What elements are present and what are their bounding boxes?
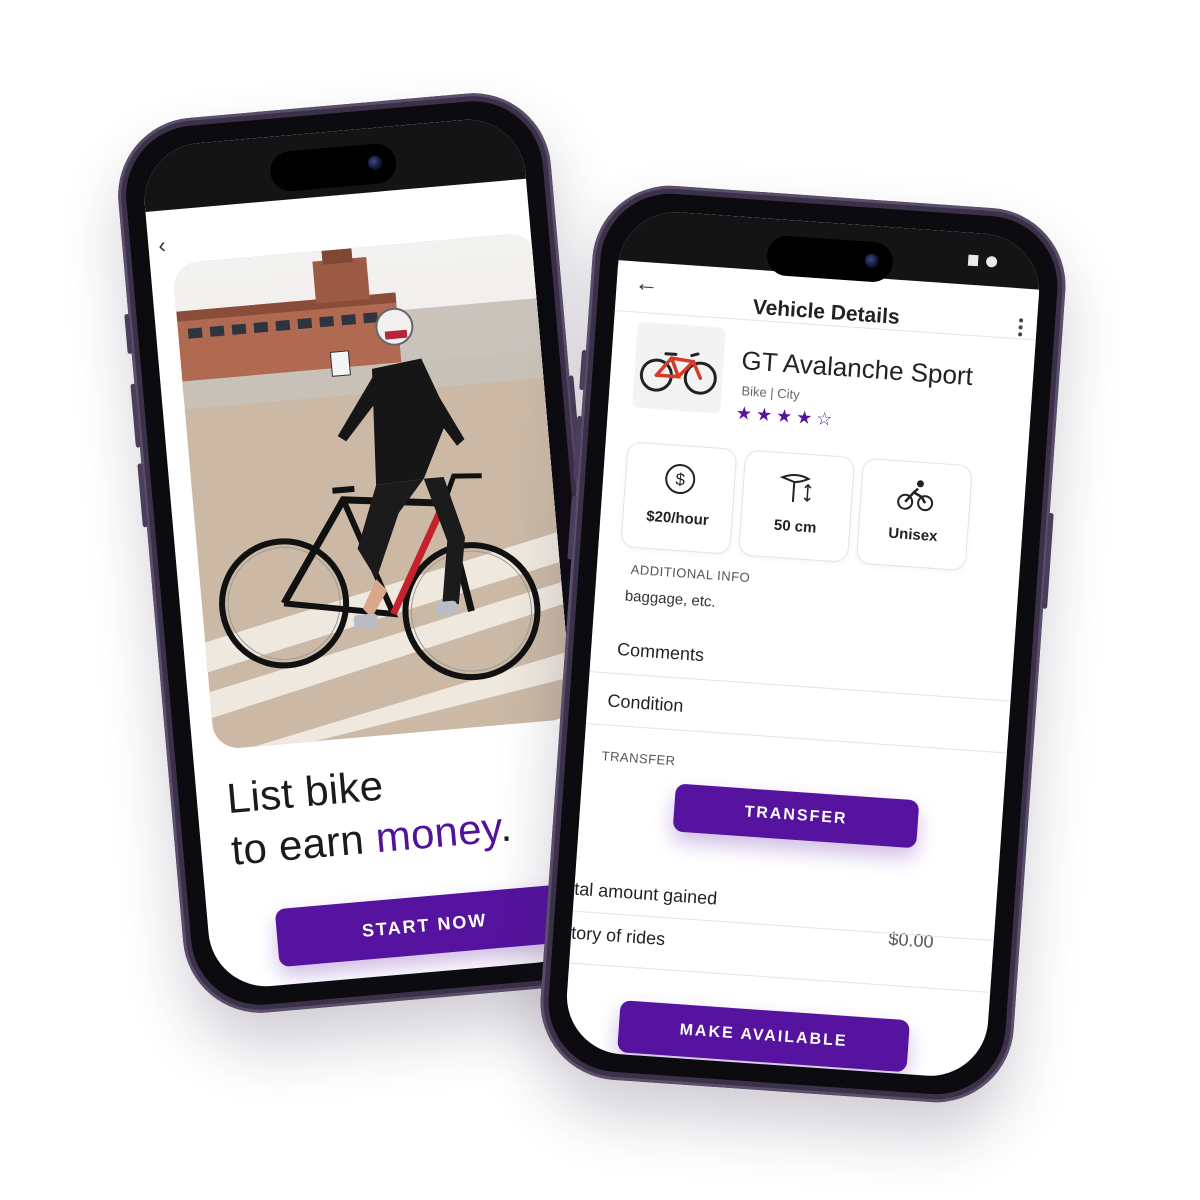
phone-bezel: ‹ List bike to earn money. START NOW: [120, 95, 614, 1011]
headline-prefix: to earn: [229, 814, 378, 874]
make-available-button[interactable]: MAKE AVAILABLE: [617, 1000, 911, 1073]
spec-card-gender: Unisex: [855, 457, 973, 572]
transfer-caption: TRANSFER: [601, 748, 677, 769]
spec-label: $20/hour: [645, 507, 710, 530]
rating-stars: ★★★★☆: [735, 403, 837, 431]
total-amount-label: tal amount gained: [573, 878, 718, 909]
front-camera: [864, 253, 880, 269]
battery-icon: [967, 254, 979, 267]
phone-bezel: ← Vehicle Details GT Avalanche Sport Bik…: [543, 189, 1063, 1099]
headline-suffix: .: [497, 802, 514, 851]
spec-card-price: $ $20/hour: [620, 441, 738, 555]
onboarding-screen: ‹ List bike to earn money. START NOW: [139, 114, 595, 992]
dollar-icon: $: [625, 458, 735, 499]
additional-info-caption: ADDITIONAL INFO: [630, 561, 751, 586]
vehicle-details-screen: ← Vehicle Details GT Avalanche Sport Bik…: [563, 208, 1043, 1080]
star-filled-icon: ★: [735, 402, 757, 425]
divider: [585, 723, 1007, 754]
mute-switch: [124, 313, 133, 355]
hero-image: [172, 232, 578, 751]
history-of-rides-row[interactable]: tory of rides: [571, 923, 666, 951]
star-outline-icon: ☆: [815, 408, 838, 430]
volume-down-button: [137, 463, 148, 528]
vehicle-details-phone: ← Vehicle Details GT Avalanche Sport Bik…: [535, 180, 1071, 1108]
signal-icon: [985, 255, 998, 268]
onboarding-headline: List bike to earn money.: [225, 749, 514, 877]
front-camera: [367, 155, 383, 171]
cyclist-photo-illustration: [172, 232, 578, 751]
spec-label: 50 cm: [773, 516, 817, 537]
additional-info-text: baggage, etc.: [624, 587, 717, 611]
onboarding-phone: ‹ List bike to earn money. START NOW: [111, 86, 623, 1020]
star-filled-icon: ★: [755, 404, 777, 426]
spec-label: Unisex: [887, 524, 939, 546]
bike-seat-icon: [743, 467, 853, 508]
vehicle-category: Bike | City: [741, 383, 801, 403]
divider: [569, 962, 991, 993]
comments-row[interactable]: Comments: [616, 639, 704, 666]
transfer-button[interactable]: TRANSFER: [672, 783, 920, 849]
vehicle-thumbnail: [632, 321, 726, 414]
status-icons: [967, 254, 998, 268]
start-now-button[interactable]: START NOW: [274, 883, 575, 968]
mute-switch: [579, 349, 587, 391]
mountain-bike-icon: [639, 352, 717, 395]
spec-card-seat-height: 50 cm: [738, 449, 856, 563]
svg-text:$: $: [675, 470, 686, 490]
volume-up-button: [130, 383, 141, 448]
star-filled-icon: ★: [795, 406, 818, 429]
condition-row[interactable]: Condition: [607, 691, 684, 717]
cyclist-icon: [861, 475, 971, 516]
headline-accent: money: [373, 803, 502, 862]
star-filled-icon: ★: [775, 405, 797, 427]
back-chevron-icon[interactable]: ‹: [157, 232, 167, 259]
power-button: [1042, 512, 1054, 609]
